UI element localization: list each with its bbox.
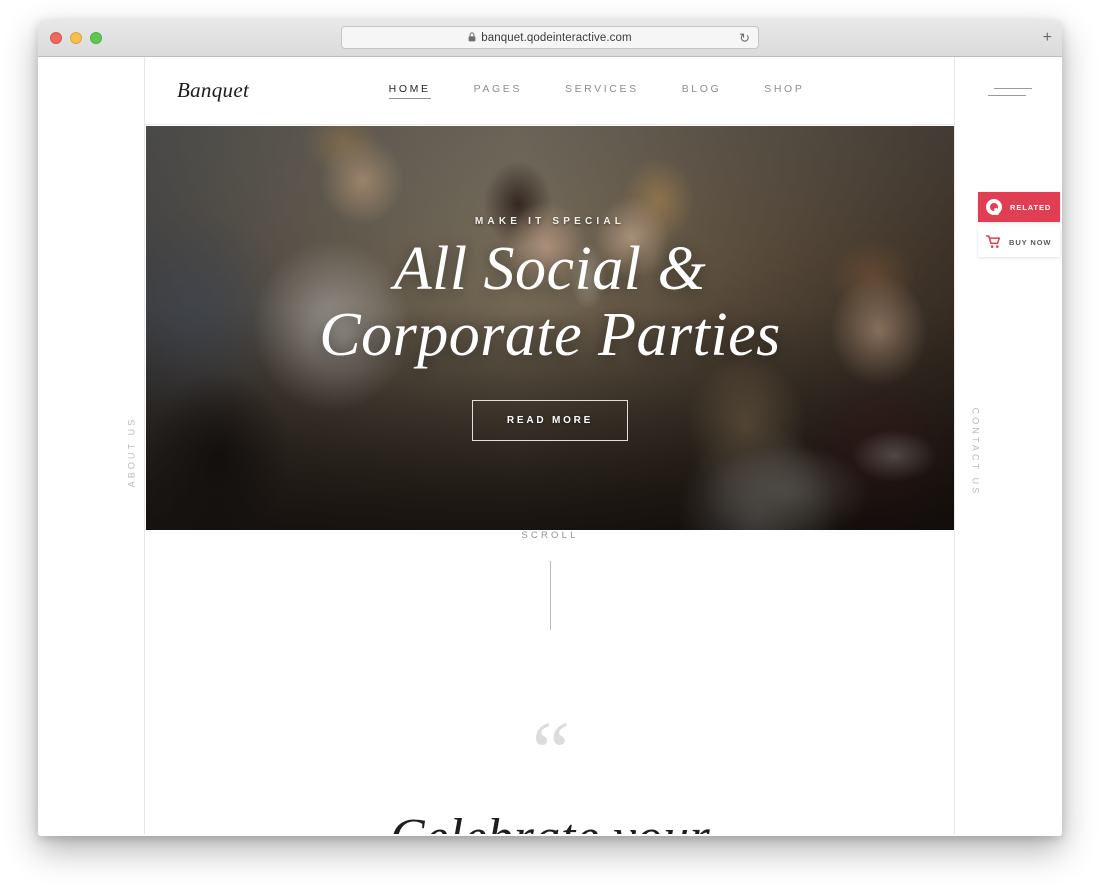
hero-section: MAKE IT SPECIAL All Social & Corporate P… [146,126,954,530]
nav-item-blog[interactable]: BLOG [682,83,722,98]
new-tab-button[interactable]: + [1043,30,1052,46]
browser-window: banquet.qodeinteractive.com ↻ + ABOUT US… [38,20,1062,836]
qode-logo-icon [986,199,1002,215]
widget-buy-now[interactable]: BUY NOW [978,227,1060,257]
url-hostname: banquet.qodeinteractive.com [481,31,632,44]
url-text: banquet.qodeinteractive.com [468,31,632,44]
address-bar[interactable]: banquet.qodeinteractive.com ↻ [341,26,759,49]
widget-related[interactable]: RELATED [978,192,1060,222]
maximize-window-button[interactable] [90,32,102,44]
hero-content: MAKE IT SPECIAL All Social & Corporate P… [146,126,954,530]
nav-item-pages[interactable]: PAGES [474,83,522,98]
hamburger-line-top [994,88,1032,89]
reload-icon[interactable]: ↻ [739,31,750,44]
right-rail-divider [954,57,955,836]
scroll-label: SCROLL [521,530,579,541]
widget-buy-now-label: BUY NOW [1009,237,1052,247]
quote-section: “ Celebrate your [146,703,954,836]
scroll-indicator[interactable]: SCROLL [146,530,954,630]
section-heading: Celebrate your [146,808,954,836]
main-navigation: HOME PAGES SERVICES BLOG SHOP [239,83,954,99]
nav-item-services[interactable]: SERVICES [565,83,639,98]
hero-subtitle: MAKE IT SPECIAL [474,216,626,227]
nav-item-shop[interactable]: SHOP [764,83,804,98]
viewport-bottom-edge [38,834,1062,836]
hero-title: All Social & Corporate Parties [319,235,781,369]
page-viewport: ABOUT US CONTACT US Banquet HOME PAGES S… [38,57,1062,836]
site-header: Banquet HOME PAGES SERVICES BLOG SHOP [145,57,954,125]
desktop-backdrop: banquet.qodeinteractive.com ↻ + ABOUT US… [0,0,1100,891]
quote-mark-icon: “ [531,703,570,799]
hamburger-icon[interactable] [988,85,1032,99]
hamburger-line-bottom [988,95,1026,96]
widget-related-label: RELATED [1010,202,1052,212]
shopping-cart-icon [986,235,1001,248]
floating-widgets: RELATED BUY NOW [978,192,1060,257]
browser-titlebar: banquet.qodeinteractive.com ↻ + [38,20,1062,57]
close-window-button[interactable] [50,32,62,44]
side-link-contact-us[interactable]: CONTACT US [971,408,981,497]
lock-icon [468,31,476,41]
window-controls [50,32,102,44]
hero-title-line-1: All Social & [393,235,707,303]
left-rail-divider [144,57,145,836]
nav-item-home[interactable]: HOME [388,83,431,99]
read-more-button[interactable]: READ MORE [471,400,629,442]
hero-title-line-2: Corporate Parties [319,300,781,369]
minimize-window-button[interactable] [70,32,82,44]
scroll-line [549,561,551,630]
side-link-about-us[interactable]: ABOUT US [126,417,136,488]
